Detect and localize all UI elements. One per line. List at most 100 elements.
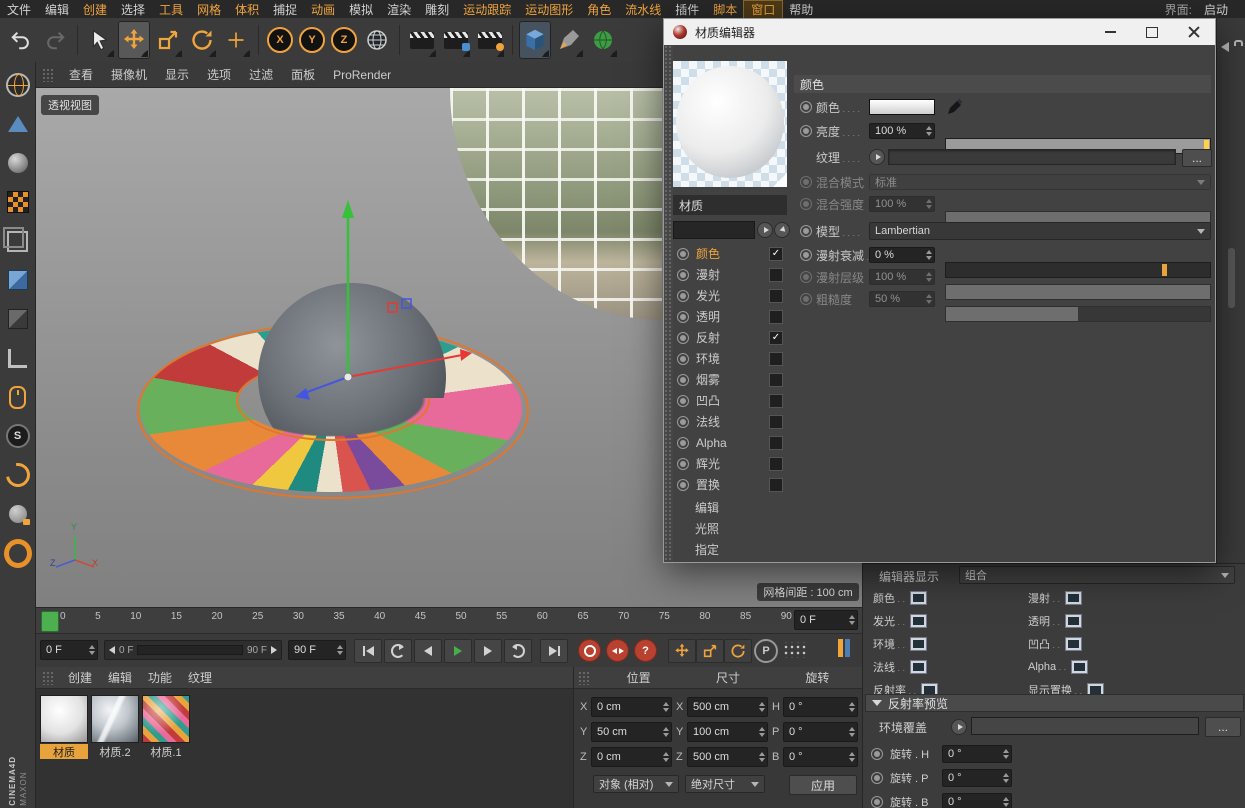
scrollbar-thumb[interactable]: [1228, 248, 1235, 308]
channel-display-toggle[interactable]: 发光: [873, 613, 1028, 629]
frame-start-field[interactable]: 0 F: [40, 640, 98, 660]
current-frame-field[interactable]: 0 F: [794, 610, 858, 630]
field-stepper[interactable]: [926, 126, 932, 136]
brightness-value-field[interactable]: 100 %: [869, 123, 935, 139]
viewport-menu-item[interactable]: 摄像机: [102, 66, 156, 83]
view-label[interactable]: 透视视图: [41, 95, 99, 115]
cone-tool[interactable]: [4, 111, 32, 137]
channel-checkbox[interactable]: [769, 415, 783, 429]
channel-checkbox[interactable]: [769, 310, 783, 324]
rotation-field[interactable]: 0 °: [783, 747, 858, 767]
viewport-menu-item[interactable]: 面板: [282, 66, 324, 83]
field-stepper[interactable]: [1003, 797, 1009, 807]
channel-display-toggle[interactable]: 漫射: [1028, 590, 1183, 606]
window-grip[interactable]: [664, 45, 673, 562]
channel-checkbox[interactable]: [769, 331, 783, 345]
channel-display-toggle[interactable]: 颜色: [873, 590, 1028, 606]
menu-item[interactable]: 雕刻: [418, 1, 456, 18]
position-field[interactable]: 50 cm: [591, 722, 672, 742]
coordinate-system-button[interactable]: [361, 21, 393, 59]
channel-display-toggle[interactable]: Alpha: [1028, 659, 1183, 675]
sphere-tool[interactable]: [4, 150, 32, 176]
undo-button[interactable]: [5, 21, 37, 59]
field-stepper[interactable]: [849, 727, 855, 737]
redo-button[interactable]: [39, 21, 71, 59]
texture-more-button[interactable]: ...: [1182, 149, 1212, 167]
material-thumbnail[interactable]: [40, 695, 88, 743]
modeling-cube-button[interactable]: [519, 21, 551, 59]
play-reverse-button[interactable]: [384, 639, 412, 663]
menu-item[interactable]: 体积: [228, 1, 266, 18]
texture-preview-icon[interactable]: [1065, 591, 1082, 605]
range-right-arrow[interactable]: [271, 646, 277, 654]
render-settings-button[interactable]: [474, 21, 506, 59]
axis-lock-button[interactable]: Z: [331, 27, 357, 53]
maximize-button[interactable]: [1131, 19, 1173, 45]
ruler-tool[interactable]: [4, 345, 32, 371]
viewport-menu-item[interactable]: 选项: [198, 66, 240, 83]
falloff-value-field[interactable]: 0 %: [869, 247, 935, 263]
skip-start-button[interactable]: [354, 639, 382, 663]
size-field[interactable]: 500 cm: [687, 697, 768, 717]
dark-cube-tool[interactable]: [4, 306, 32, 332]
position-field[interactable]: 0 cm: [591, 697, 672, 717]
menu-item[interactable]: 编辑: [38, 1, 76, 18]
record-keyframe-button[interactable]: [578, 639, 601, 662]
texture-arrow-button[interactable]: [869, 149, 885, 165]
env-override-field[interactable]: [971, 717, 1199, 735]
size-mode-dropdown[interactable]: 绝对尺寸: [685, 775, 765, 793]
recent-tool-button[interactable]: [220, 21, 252, 59]
viewport-menu-item[interactable]: ProRender: [324, 68, 400, 82]
frame-end-field[interactable]: 90 F: [288, 640, 346, 660]
channel-row[interactable]: 颜色: [673, 243, 787, 264]
channel-checkbox[interactable]: [769, 457, 783, 471]
manager-tab[interactable]: 编辑: [100, 669, 140, 686]
reload-button[interactable]: [757, 222, 773, 238]
blue-cube-tool[interactable]: [4, 267, 32, 293]
color-swatch[interactable]: [869, 99, 935, 115]
manager-tab[interactable]: 功能: [140, 669, 180, 686]
record-help-button[interactable]: ?: [634, 639, 657, 662]
sculpt-pen-button[interactable]: [553, 21, 585, 59]
channel-display-toggle[interactable]: 透明: [1028, 613, 1183, 629]
field-stepper[interactable]: [849, 702, 855, 712]
material-cell[interactable]: 材质.1: [142, 695, 190, 759]
key-position-button[interactable]: [668, 639, 696, 663]
rotation-radio[interactable]: [871, 772, 883, 784]
menu-item[interactable]: 流水线: [618, 1, 668, 18]
move-tool-button[interactable]: [118, 21, 150, 59]
field-stepper[interactable]: [1003, 749, 1009, 759]
viewport-menu-item[interactable]: 查看: [60, 66, 102, 83]
menu-item[interactable]: 动画: [304, 1, 342, 18]
scale-tool-button[interactable]: [152, 21, 184, 59]
next-frame-button[interactable]: [474, 639, 502, 663]
channel-row[interactable]: 环境: [673, 348, 787, 369]
skip-end-button[interactable]: [540, 639, 568, 663]
material-name[interactable]: 材质.1: [142, 744, 190, 759]
keyframe-selection-dots[interactable]: [782, 642, 806, 658]
channel-checkbox[interactable]: [769, 247, 783, 261]
mouse-tool[interactable]: [4, 384, 32, 410]
channel-extra-item[interactable]: 光照: [673, 518, 787, 539]
channel-row[interactable]: 置换: [673, 474, 787, 495]
reflectance-preview-header[interactable]: 反射率预览: [865, 694, 1244, 712]
channel-checkbox[interactable]: [769, 289, 783, 303]
render-view-button[interactable]: [406, 21, 438, 59]
model-dropdown[interactable]: Lambertian: [869, 222, 1211, 240]
texture-preview-icon[interactable]: [1065, 614, 1082, 628]
rotation-value-field[interactable]: 0 °: [942, 745, 1012, 763]
play-button[interactable]: [444, 639, 472, 663]
torus-tool[interactable]: [4, 540, 32, 566]
close-button[interactable]: [1173, 19, 1215, 45]
rotation-radio[interactable]: [871, 796, 883, 808]
channel-checkbox[interactable]: [769, 268, 783, 282]
menu-item[interactable]: 捕捉: [266, 1, 304, 18]
channel-checkbox[interactable]: [769, 478, 783, 492]
panel-grip[interactable]: [42, 671, 54, 685]
menu-item[interactable]: 窗口: [744, 1, 782, 18]
material-name-field[interactable]: [673, 221, 755, 239]
apply-button[interactable]: 应用: [789, 775, 857, 795]
swirl-tool[interactable]: [4, 462, 32, 488]
material-cell[interactable]: 材质.2: [91, 695, 139, 759]
prev-frame-button[interactable]: [414, 639, 442, 663]
